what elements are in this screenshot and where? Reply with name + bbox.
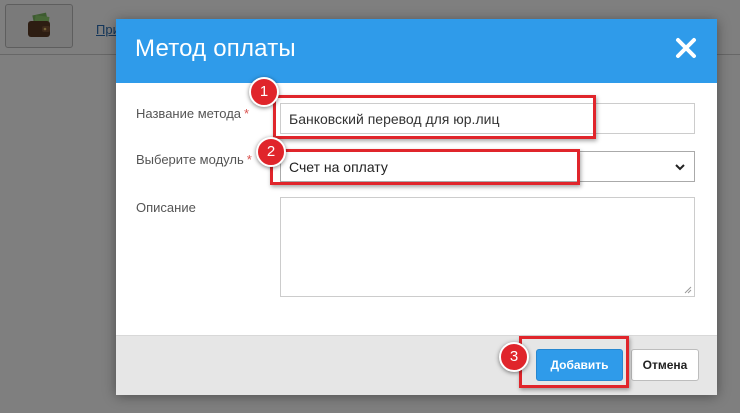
step-marker-1: 1 [249, 77, 279, 107]
dialog-title: Метод оплаты [135, 35, 296, 62]
close-icon [676, 38, 696, 58]
method-name-label: Название метода * [136, 106, 250, 121]
close-button[interactable] [675, 37, 697, 59]
step-marker-2: 2 [256, 137, 286, 167]
chevron-down-icon [675, 163, 685, 170]
required-mark: * [244, 106, 250, 121]
highlight-module-select [270, 149, 580, 185]
cancel-button[interactable]: Отмена [631, 349, 699, 381]
description-textarea[interactable] [280, 197, 695, 297]
module-label: Выберите модуль * [136, 152, 252, 167]
description-label: Описание [136, 200, 196, 215]
highlight-add-button [519, 336, 629, 388]
required-mark: * [246, 152, 252, 167]
resize-grip-icon[interactable] [684, 286, 692, 294]
step-marker-3: 3 [499, 342, 529, 372]
highlight-method-name [273, 95, 596, 139]
dialog-header: Метод оплаты [116, 19, 717, 83]
